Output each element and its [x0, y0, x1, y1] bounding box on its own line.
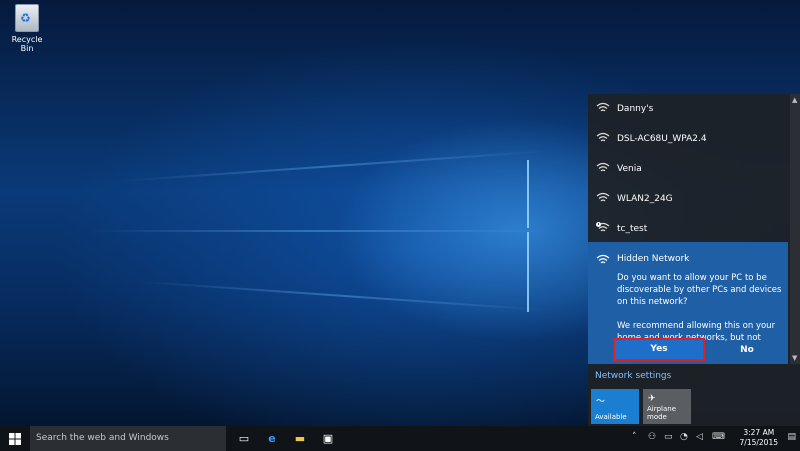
clock[interactable]: 3:27 AM 7/15/2015	[740, 428, 778, 448]
start-button[interactable]	[0, 426, 30, 451]
selected-network-name: Hidden Network	[617, 254, 690, 264]
battery-icon[interactable]: ▭	[664, 432, 673, 442]
volume-icon[interactable]: ◁	[696, 432, 703, 442]
network-item[interactable]: Venia	[588, 154, 788, 184]
keyboard-icon[interactable]: ⌨	[712, 432, 725, 442]
system-tray: ˄ ⚇ ▭ ◔ ◁ ⌨ 3:27 AM 7/15/2015 ▤	[630, 426, 800, 451]
light-beam	[120, 150, 550, 182]
recycle-bin-label: Recycle Bin	[11, 35, 43, 53]
windows-logo-pane	[527, 160, 529, 228]
network-name: Danny's	[617, 104, 654, 114]
wifi-tile-label: Available	[595, 413, 627, 421]
network-item[interactable]: tc_test	[588, 214, 788, 244]
network-name: Venia	[617, 164, 642, 174]
no-button[interactable]: No	[708, 342, 786, 358]
network-item[interactable]: WLAN2_24G	[588, 184, 788, 214]
wifi-icon: 〜	[596, 397, 606, 407]
wifi-icon	[596, 132, 610, 142]
airplane-mode-tile[interactable]: ✈ Airplane mode	[643, 389, 691, 424]
network-item[interactable]: DSL-AC68U_WPA2.4	[588, 124, 788, 154]
discoverable-question: Do you want to allow your PC to be disco…	[617, 273, 782, 307]
network-name: DSL-AC68U_WPA2.4	[617, 134, 707, 144]
scroll-down-icon[interactable]: ▼	[792, 354, 797, 362]
windows-logo-icon	[9, 432, 21, 445]
network-icon[interactable]: ◔	[680, 432, 688, 442]
yes-button[interactable]: Yes	[613, 338, 705, 361]
edge-icon[interactable]: e	[259, 426, 285, 451]
clock-time: 3:27 AM	[743, 428, 775, 437]
search-box[interactable]: Search the web and Windows	[30, 426, 226, 451]
network-list-scrollbar[interactable]: ▲ ▼	[790, 94, 800, 364]
network-item[interactable]: Danny's	[588, 94, 788, 124]
light-beam	[90, 230, 550, 232]
people-icon[interactable]: ⚇	[648, 432, 656, 442]
light-beam	[140, 280, 550, 312]
network-name: WLAN2_24G	[617, 194, 673, 204]
chevron-up-icon[interactable]: ˄	[632, 432, 637, 442]
scroll-up-icon[interactable]: ▲	[792, 96, 797, 104]
taskbar: Search the web and Windows ▭ e ▬ ▣ ˄ ⚇ ▭…	[0, 426, 800, 451]
wifi-warning-icon	[596, 222, 610, 232]
store-icon[interactable]: ▣	[315, 426, 341, 451]
wifi-icon	[596, 192, 610, 202]
file-explorer-icon[interactable]: ▬	[287, 426, 313, 451]
wifi-icon	[596, 254, 610, 264]
network-name: tc_test	[617, 224, 648, 234]
recycle-bin-icon: ♻	[15, 4, 39, 32]
wifi-icon	[596, 102, 610, 112]
network-settings-link[interactable]: Network settings	[595, 371, 671, 381]
airplane-icon: ✈	[648, 394, 656, 404]
recycle-bin-shortcut[interactable]: ♻ Recycle Bin	[4, 4, 50, 53]
clock-date: 7/15/2015	[739, 438, 778, 447]
airplane-mode-label: Airplane mode	[647, 405, 677, 421]
task-view-icon[interactable]: ▭	[231, 426, 257, 451]
windows-logo-pane	[527, 232, 529, 312]
notifications-icon[interactable]: ▤	[787, 432, 796, 442]
network-flyout: Danny's DSL-AC68U_WPA2.4 Venia WLAN2_24G	[588, 94, 800, 426]
wifi-tile[interactable]: 〜 Available	[591, 389, 639, 424]
wifi-icon	[596, 162, 610, 172]
